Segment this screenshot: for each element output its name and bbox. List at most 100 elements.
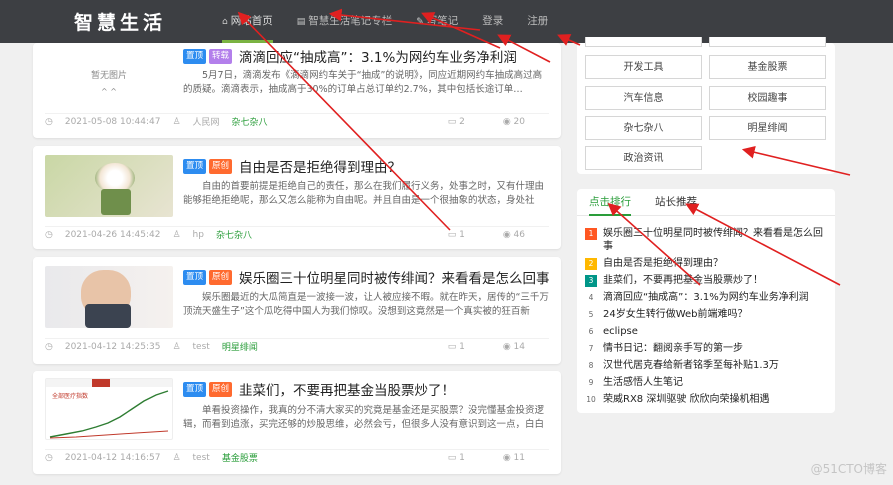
ranking-item[interactable]: 7 情书日记：翻阅亲手写的第一步 <box>585 342 827 355</box>
article-title[interactable]: 自由是否是拒绝得到理由？ <box>239 156 401 176</box>
user-icon: ♙ <box>172 341 181 352</box>
comment-count: ▭ 2 <box>447 116 465 127</box>
clock-icon: ◷ <box>45 116 53 127</box>
article-author: hp <box>192 229 204 240</box>
article-date: 2021-05-08 10:44:47 <box>64 116 161 127</box>
nav-write-note[interactable]: ✎ 写笔记 <box>404 0 470 43</box>
article-card: 暂无图片 ^ ^ 置顶 转载 滴滴回应“抽成高”：3.1%为网约车业务净利润 5… <box>33 43 561 138</box>
article-author: test <box>192 341 210 352</box>
original-badge: 原创 <box>209 269 233 285</box>
category-button[interactable]: 校园趣事 <box>709 86 826 110</box>
article-category[interactable]: 杂七杂八 <box>232 115 268 128</box>
ranking-panel: 点击排行 站长推荐 1 娱乐圈三十位明星同时被传绯闻？来看看是怎么回事 2 自由… <box>577 189 835 413</box>
rank-number: 4 <box>588 293 594 302</box>
rank-number: 2 <box>585 258 597 270</box>
ranking-item[interactable]: 1 娱乐圈三十位明星同时被传绯闻？来看看是怎么回事 <box>585 227 827 253</box>
category-button[interactable] <box>709 37 826 47</box>
category-panel: 开发工具 基金股票 汽车信息 校园趣事 杂七杂八 明星绯闻 政治资讯 <box>577 37 835 174</box>
repost-badge: 转载 <box>209 48 233 64</box>
article-thumbnail[interactable] <box>45 155 173 217</box>
main-nav: ⌂ 网站首页 ▤ 智慧生活笔记专栏 ✎ 写笔记 登录 注册 <box>210 0 560 43</box>
tab-recommended[interactable]: 站长推荐 <box>655 194 697 209</box>
document-icon: ▤ <box>296 17 306 27</box>
ranking-item[interactable]: 3 韭菜们，不要再把基金当股票炒了！ <box>585 274 827 287</box>
article-title[interactable]: 滴滴回应“抽成高”：3.1%为网约车业务净利润 <box>239 46 517 66</box>
category-button[interactable]: 明星绯闻 <box>709 116 826 140</box>
article-card: 全部医疗指数 置顶 原创 韭菜们，不要再把基金当股票炒了！ 单看投资操作，我真的… <box>33 371 561 474</box>
pinned-badge: 置顶 <box>183 381 207 397</box>
rank-number: 8 <box>588 361 594 370</box>
tab-click-ranking[interactable]: 点击排行 <box>589 194 631 216</box>
article-category[interactable]: 杂七杂八 <box>216 228 252 241</box>
article-meta: ◷ 2021-05-08 10:44:47 ♙ 人民网 杂七杂八 ▭ 2 ◉ 20 <box>45 113 549 129</box>
ranking-item[interactable]: 8 汉世代居克春给新者铭季至每补贴1.3万 <box>585 359 827 372</box>
article-category[interactable]: 明星绯闻 <box>222 340 258 353</box>
clock-icon: ◷ <box>45 452 53 463</box>
category-button[interactable]: 汽车信息 <box>585 86 702 110</box>
ranking-tabs: 点击排行 站长推荐 <box>577 189 835 216</box>
comment-count: ▭ 1 <box>447 452 465 463</box>
article-excerpt: 娱乐圈最近的大瓜简直是一波接一波，让人被应接不暇。就在昨天，居传的“三千万顶流天… <box>183 292 549 317</box>
article-excerpt: 5月7日，滴滴发布《滴滴网约车关于“抽成”的说明》，同应近期网约车抽成高过高的质… <box>183 70 543 95</box>
article-excerpt: 单看投资操作，我真的分不清大家买的究竟是基金还是买股票？没完懂基金投资逻辑，而看… <box>183 405 545 430</box>
send-icon: ✎ <box>416 17 424 27</box>
clock-icon: ◷ <box>45 229 53 240</box>
view-count: ◉ 20 <box>502 116 525 127</box>
view-count: ◉ 11 <box>502 452 525 463</box>
article-card: 置顶 原创 娱乐圈三十位明星同时被传绯闻？来看看是怎么回事 娱乐圈最近的大瓜简直… <box>33 257 561 364</box>
ranking-item[interactable]: 6 eclipse <box>585 325 827 338</box>
category-button[interactable]: 杂七杂八 <box>585 116 702 140</box>
nav-login[interactable]: 登录 <box>470 0 515 43</box>
article-author: test <box>192 452 210 463</box>
chart-thumbnail-graphic <box>49 390 169 439</box>
article-date: 2021-04-12 14:16:57 <box>64 452 161 463</box>
category-button[interactable]: 基金股票 <box>709 55 826 79</box>
category-button[interactable]: 政治资讯 <box>585 146 702 170</box>
article-meta: ◷ 2021-04-26 14:45:42 ♙ hp 杂七杂八 ▭ 1 ◉ 46 <box>45 226 549 242</box>
rank-number: 5 <box>588 310 594 319</box>
article-title[interactable]: 娱乐圈三十位明星同时被传绯闻？来看看是怎么回事 <box>239 267 550 287</box>
comment-count: ▭ 1 <box>447 229 465 240</box>
site-logo[interactable]: 智慧生活 <box>74 8 166 35</box>
rank-number: 9 <box>588 378 594 387</box>
original-badge: 原创 <box>209 158 233 174</box>
user-icon: ♙ <box>172 116 181 127</box>
article-title[interactable]: 韭菜们，不要再把基金当股票炒了！ <box>239 379 455 399</box>
view-count: ◉ 46 <box>502 229 525 240</box>
ranking-item[interactable]: 4 滴滴回应“抽成高”：3.1%为网约车业务净利润 <box>585 291 827 304</box>
ranking-item[interactable]: 2 自由是否是拒绝得到理由？ <box>585 257 827 270</box>
view-count: ◉ 14 <box>502 341 525 352</box>
clock-icon: ◷ <box>45 341 53 352</box>
original-badge: 原创 <box>209 381 233 397</box>
article-meta: ◷ 2021-04-12 14:16:57 ♙ test 基金股票 ▭ 1 ◉ 11 <box>45 449 549 465</box>
article-author: 人民网 <box>192 118 220 128</box>
category-button[interactable] <box>585 37 702 47</box>
nav-notes-column[interactable]: ▤ 智慧生活笔记专栏 <box>285 0 405 43</box>
pinned-badge: 置顶 <box>183 158 207 174</box>
pinned-badge: 置顶 <box>183 48 207 64</box>
nav-home[interactable]: ⌂ 网站首页 <box>210 0 285 43</box>
user-icon: ♙ <box>172 229 181 240</box>
category-button[interactable]: 开发工具 <box>585 55 702 79</box>
article-date: 2021-04-12 14:25:35 <box>64 341 161 352</box>
article-date: 2021-04-26 14:45:42 <box>64 229 161 240</box>
article-thumbnail[interactable] <box>45 266 173 328</box>
rank-number: 7 <box>588 344 594 353</box>
pinned-badge: 置顶 <box>183 269 207 285</box>
comment-count: ▭ 1 <box>447 341 465 352</box>
ranking-item[interactable]: 10 荣威RX8 深圳驱驶 欣欣向荣操机相遇 <box>585 393 827 406</box>
rank-number: 3 <box>585 275 597 287</box>
article-thumbnail[interactable]: 暂无图片 ^ ^ <box>45 43 173 105</box>
watermark: @51CTO博客 <box>810 462 887 476</box>
ranking-item[interactable]: 9 生活感悟人生笔记 <box>585 376 827 389</box>
user-icon: ♙ <box>172 452 181 463</box>
rank-number: 10 <box>586 395 596 404</box>
article-excerpt: 自由的首要前提是拒绝自己的责任，那么在我们履行义务，处事之时，又有什理由能够拒绝… <box>183 181 545 206</box>
article-card: 置顶 原创 自由是否是拒绝得到理由？ 自由的首要前提是拒绝自己的责任，那么在我们… <box>33 146 561 249</box>
rank-number: 6 <box>588 327 594 336</box>
ranking-item[interactable]: 5 24岁女生转行做Web前端难吗？ <box>585 308 827 321</box>
article-thumbnail[interactable]: 全部医疗指数 <box>45 378 173 440</box>
article-category[interactable]: 基金股票 <box>222 451 258 464</box>
nav-register[interactable]: 注册 <box>515 0 560 43</box>
rank-number: 1 <box>585 228 597 240</box>
